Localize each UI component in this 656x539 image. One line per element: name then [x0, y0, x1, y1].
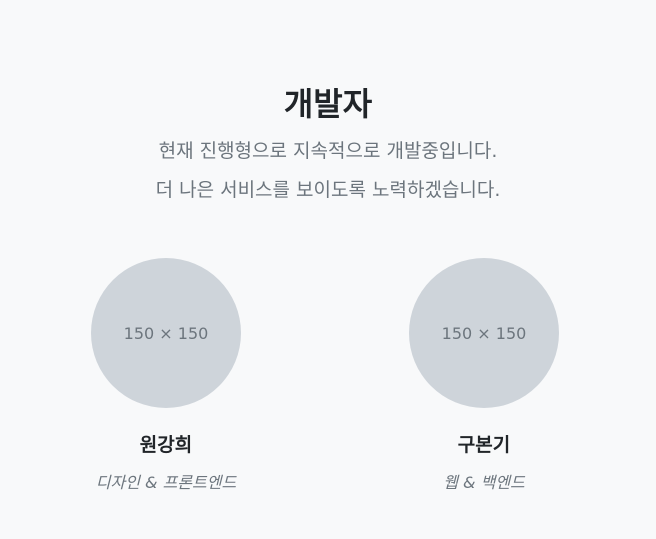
member-name: 구본기: [457, 434, 511, 456]
team-member-card: 150 × 150 구본기 웹 & 백엔드: [384, 258, 584, 494]
member-name: 원강희: [139, 434, 193, 456]
avatar: 150 × 150: [91, 258, 241, 408]
team-member-card: 150 × 150 원강희 디자인 & 프론트엔드: [66, 258, 266, 494]
developers-section: 개발자 현재 진행형으로 지속적으로 개발중입니다. 더 나은 서비스를 보이도…: [0, 0, 656, 539]
section-subtitle-line-1: 현재 진행형으로 지속적으로 개발중입니다.: [158, 140, 498, 162]
member-role: 웹 & 백엔드: [443, 473, 525, 492]
member-role: 디자인 & 프론트엔드: [95, 473, 237, 492]
section-title: 개발자: [283, 85, 373, 123]
section-subtitle-line-2: 더 나은 서비스를 보이도록 노력하겠습니다.: [155, 179, 501, 201]
avatar: 150 × 150: [409, 258, 559, 408]
